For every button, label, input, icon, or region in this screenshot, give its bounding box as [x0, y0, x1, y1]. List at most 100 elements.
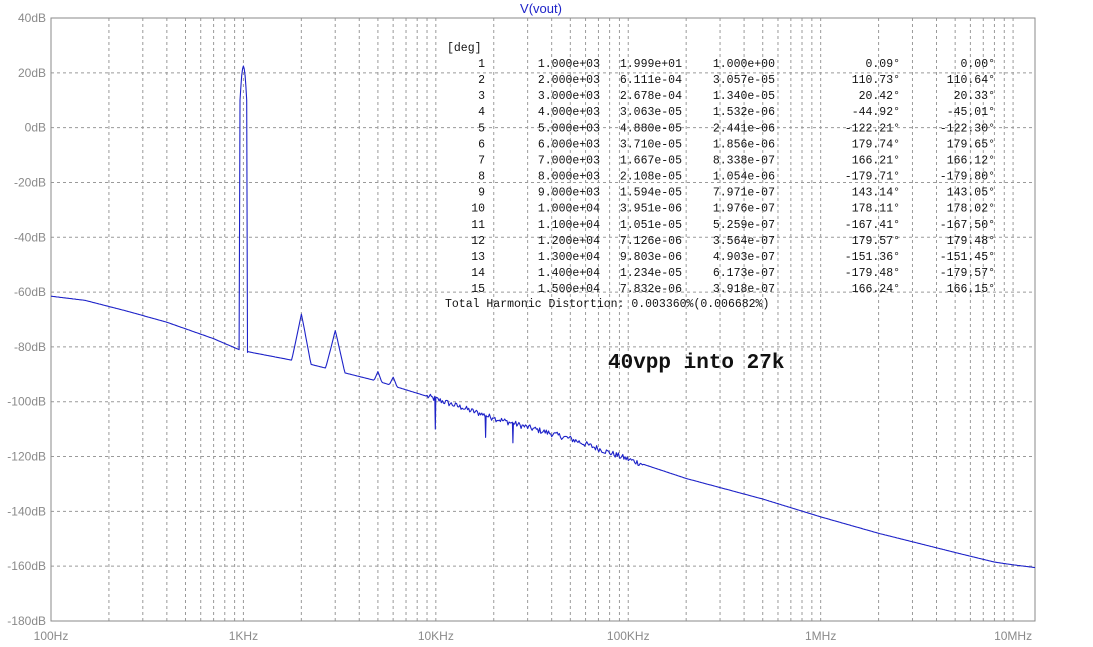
- table-cell: 1.000e+03: [538, 58, 600, 71]
- table-cell: 1.500e+04: [538, 283, 600, 296]
- table-cell: 7.971e-07: [713, 187, 775, 200]
- table-cell: 10: [471, 203, 485, 216]
- table-cell: 1.000e+00: [713, 58, 775, 71]
- table-cell: -122.21°: [845, 122, 900, 135]
- table-cell: 4.880e-05: [620, 122, 682, 135]
- table-cell: 4: [478, 106, 485, 119]
- table-cell: 2.108e-05: [620, 171, 682, 184]
- table-cell: 0.09°: [865, 58, 900, 71]
- table-cell: 2: [478, 74, 485, 87]
- table-cell: 3.918e-07: [713, 283, 775, 296]
- y-tick-label: -60dB: [14, 285, 46, 299]
- table-cell: 3: [478, 90, 485, 103]
- table-cell: 8: [478, 171, 485, 184]
- table-cell: -179.71°: [845, 171, 900, 184]
- table-cell: 7.000e+03: [538, 154, 600, 167]
- table-cell: 20.42°: [859, 90, 900, 103]
- table-cell: 6.173e-07: [713, 267, 775, 280]
- x-tick-label: 100KHz: [607, 629, 650, 643]
- table-cell: 1.200e+04: [538, 235, 600, 248]
- table-cell: 8.338e-07: [713, 154, 775, 167]
- y-tick-label: 0dB: [25, 121, 46, 135]
- y-tick-label: -180dB: [7, 614, 46, 628]
- table-cell: -179.48°: [845, 267, 900, 280]
- table-cell: 9: [478, 187, 485, 200]
- table-cell: -44.92°: [852, 106, 900, 119]
- table-cell: 143.14°: [852, 187, 900, 200]
- x-tick-label: 1MHz: [805, 629, 836, 643]
- table-cell: 1.856e-06: [713, 138, 775, 151]
- table-cell: 13: [471, 251, 485, 264]
- table-cell: -45.01°: [947, 106, 995, 119]
- table-cell: 3.057e-05: [713, 74, 775, 87]
- table-cell: 166.21°: [852, 154, 900, 167]
- y-tick-label: -100dB: [7, 395, 46, 409]
- table-cell: 5: [478, 122, 485, 135]
- table-cell: -167.50°: [940, 219, 995, 232]
- table-cell: 14: [471, 267, 485, 280]
- annotation-text: 40vpp into 27k: [608, 352, 784, 375]
- table-cell: 1.400e+04: [538, 267, 600, 280]
- table-cell: 6.111e-04: [620, 74, 682, 87]
- table-cell: 4.903e-07: [713, 251, 775, 264]
- table-cell: 9.000e+03: [538, 187, 600, 200]
- fft-plot: V(vout) 40dB 20dB 0dB -20dB -40dB -60dB -80dB -…: [7, 1, 1036, 643]
- table-cell: 6: [478, 138, 485, 151]
- y-tick-label: -120dB: [7, 450, 46, 464]
- table-cell: 4.000e+03: [538, 106, 600, 119]
- table-cell: 7.126e-06: [620, 235, 682, 248]
- table-cell: -167.41°: [845, 219, 900, 232]
- table-cell: 178.11°: [852, 203, 900, 216]
- x-tick-label: 10MHz: [994, 629, 1032, 643]
- y-tick-label: -140dB: [7, 504, 46, 518]
- chart-title: V(vout): [520, 1, 562, 16]
- table-cell: 166.24°: [852, 283, 900, 296]
- table-cell: 110.73°: [852, 74, 900, 87]
- thd-readout: Total Harmonic Distortion: 0.003360%(0.0…: [445, 298, 769, 311]
- y-tick-label: 40dB: [18, 11, 46, 25]
- table-cell: 1.667e-05: [620, 154, 682, 167]
- table-cell: 179.65°: [947, 138, 995, 151]
- table-cell: 9.803e-06: [620, 251, 682, 264]
- y-tick-label: 20dB: [18, 66, 46, 80]
- y-tick-label: -40dB: [14, 230, 46, 244]
- table-cell: 5.259e-07: [713, 219, 775, 232]
- table-cell: 166.12°: [947, 154, 995, 167]
- table-cell: -179.57°: [940, 267, 995, 280]
- table-cell: 110.64°: [947, 74, 995, 87]
- table-cell: 1.234e-05: [620, 267, 682, 280]
- x-tick-label: 100Hz: [34, 629, 69, 643]
- table-cell: 179.48°: [947, 235, 995, 248]
- table-cell: 1.300e+04: [538, 251, 600, 264]
- table-cell: -179.80°: [940, 171, 995, 184]
- table-cell: 3.000e+03: [538, 90, 600, 103]
- table-cell: 1.051e-05: [620, 219, 682, 232]
- table-cell: -151.36°: [845, 251, 900, 264]
- table-cell: 179.57°: [852, 235, 900, 248]
- table-cell: 166.15°: [947, 283, 995, 296]
- table-cell: 2.441e-06: [713, 122, 775, 135]
- table-cell: 7: [478, 154, 485, 167]
- table-cell: 20.33°: [954, 90, 995, 103]
- table-header: [deg]: [447, 42, 482, 55]
- table-cell: 5.000e+03: [538, 122, 600, 135]
- table-cell: 7.832e-06: [620, 283, 682, 296]
- table-cell: 3.564e-07: [713, 235, 775, 248]
- table-cell: 2.000e+03: [538, 74, 600, 87]
- table-cell: 8.000e+03: [538, 171, 600, 184]
- table-cell: 143.05°: [947, 187, 995, 200]
- x-tick-label: 10KHz: [418, 629, 454, 643]
- x-tick-label: 1KHz: [229, 629, 258, 643]
- table-cell: 3.710e-05: [620, 138, 682, 151]
- table-cell: 1.999e+01: [620, 58, 682, 71]
- table-cell: 12: [471, 235, 485, 248]
- table-cell: 179.74°: [852, 138, 900, 151]
- y-tick-label: -160dB: [7, 559, 46, 573]
- table-cell: 6.000e+03: [538, 138, 600, 151]
- table-cell: 1.340e-05: [713, 90, 775, 103]
- table-cell: 3.951e-06: [620, 203, 682, 216]
- table-cell: 1.100e+04: [538, 219, 600, 232]
- table-cell: 1.054e-06: [713, 171, 775, 184]
- table-cell: 1.532e-06: [713, 106, 775, 119]
- table-cell: 2.678e-04: [620, 90, 682, 103]
